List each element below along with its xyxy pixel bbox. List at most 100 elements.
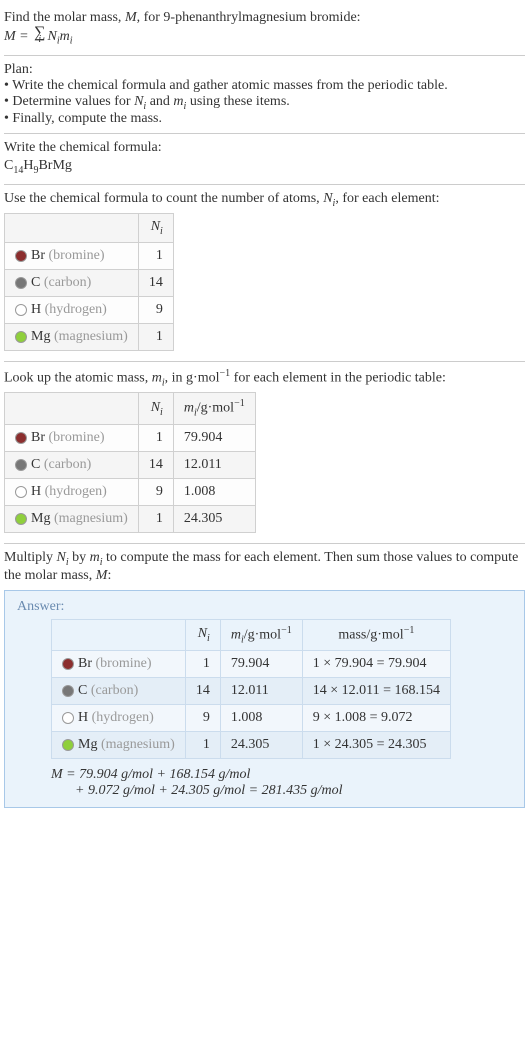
plan-b2-post: using these items. <box>186 94 289 109</box>
chem-section: Write the chemical formula: C14H9BrMg <box>4 134 525 185</box>
table-row: C (carbon)14 <box>5 269 174 296</box>
hdr-Ni: i <box>160 406 163 417</box>
m-cell: 24.305 <box>220 731 302 758</box>
element-name: (bromine) <box>96 656 152 671</box>
eq-m: m <box>60 29 70 44</box>
header-mass: mass/g·mol−1 <box>302 619 450 650</box>
eq-N: N <box>48 29 57 44</box>
eq-lhs: M = <box>4 29 32 44</box>
element-name: (hydrogen) <box>45 302 107 317</box>
element-cell: C (carbon) <box>5 451 139 478</box>
element-name: (hydrogen) <box>45 484 107 499</box>
element-name: (bromine) <box>49 248 105 263</box>
m-cell: 12.011 <box>173 451 255 478</box>
ans-hdr-Ni: i <box>207 633 210 644</box>
element-name: (magnesium) <box>54 511 128 526</box>
header-N-sub: i <box>160 226 163 237</box>
element-cell: Br (bromine) <box>5 242 139 269</box>
element-swatch-icon <box>15 432 27 444</box>
mul-N: N <box>57 550 66 565</box>
plan-b2-and: and <box>146 94 173 109</box>
table-row: C (carbon)1412.01114 × 12.011 = 168.154 <box>52 677 451 704</box>
eq-mi: i <box>70 36 73 47</box>
mass-cell: 1 × 79.904 = 79.904 <box>302 650 450 677</box>
intro-equation: M = ∑ i Nimi <box>4 28 525 47</box>
header-empty <box>52 619 186 650</box>
element-cell: Br (bromine) <box>5 424 139 451</box>
element-cell: Mg (magnesium) <box>5 505 139 532</box>
table-row: H (hydrogen)9 <box>5 296 174 323</box>
element-cell: C (carbon) <box>5 269 139 296</box>
table-row: Br (bromine)179.904 <box>5 424 256 451</box>
n-cell: 1 <box>138 424 173 451</box>
count-table: Ni Br (bromine)1C (carbon)14H (hydrogen)… <box>4 213 174 351</box>
element-name: (bromine) <box>49 430 105 445</box>
n-cell: 14 <box>138 451 173 478</box>
lookup-table: Ni mi/g·mol−1 Br (bromine)179.904C (carb… <box>4 392 256 532</box>
count-title: Use the chemical formula to count the nu… <box>4 191 525 209</box>
count-title-pre: Use the chemical formula to count the nu… <box>4 191 323 206</box>
element-name: (carbon) <box>91 683 138 698</box>
plan-bullet-2: • Determine values for Ni and mi using t… <box>4 94 525 112</box>
table-row: Mg (magnesium)124.305 <box>5 505 256 532</box>
element-swatch-icon <box>15 486 27 498</box>
n-cell: 14 <box>185 677 220 704</box>
table-row: Mg (magnesium)124.3051 × 24.305 = 24.305 <box>52 731 451 758</box>
element-cell: C (carbon) <box>52 677 186 704</box>
final-line2: + 9.072 g/mol + 24.305 g/mol = 281.435 g… <box>51 783 343 798</box>
mul-by: by <box>69 550 90 565</box>
chem-brmg: BrMg <box>38 158 71 173</box>
count-section: Use the chemical formula to count the nu… <box>4 185 525 362</box>
element-swatch-icon <box>15 277 27 289</box>
m-cell: 1.008 <box>220 704 302 731</box>
mass-cell: 1 × 24.305 = 24.305 <box>302 731 450 758</box>
count-title-post: , for each element: <box>335 191 439 206</box>
element-swatch-icon <box>15 250 27 262</box>
element-swatch-icon <box>15 513 27 525</box>
m-cell: 79.904 <box>220 650 302 677</box>
count-title-N: N <box>323 191 332 206</box>
element-symbol: H <box>78 710 88 725</box>
plan-title: Plan: <box>4 62 525 78</box>
m-cell: 24.305 <box>173 505 255 532</box>
intro-M: M <box>125 10 137 25</box>
table-row: H (hydrogen)91.008 <box>5 478 256 505</box>
plan-bullet-3: • Finally, compute the mass. <box>4 111 525 127</box>
header-empty <box>5 393 139 424</box>
lookup-title-mid: , in g·mol <box>165 370 220 385</box>
element-symbol: Br <box>31 430 45 445</box>
ans-hdr-mass: mass/g·mol <box>338 628 403 643</box>
element-swatch-icon <box>62 658 74 670</box>
mul-M: M <box>96 568 108 583</box>
mul-pre: Multiply <box>4 550 57 565</box>
final-equation: M = 79.904 g/mol + 168.154 g/mol + 9.072… <box>51 767 512 799</box>
n-cell: 1 <box>138 242 173 269</box>
mass-cell: 14 × 12.011 = 168.154 <box>302 677 450 704</box>
ans-hdr-m: m <box>231 627 241 642</box>
intro-text: Find the molar mass, <box>4 10 125 25</box>
element-symbol: C <box>31 457 40 472</box>
table-header-row: Ni <box>5 214 174 243</box>
element-symbol: Mg <box>78 737 97 752</box>
n-cell: 1 <box>185 731 220 758</box>
header-N: Ni <box>138 393 173 424</box>
mul-colon: : <box>107 568 111 583</box>
answer-label: Answer: <box>17 599 512 615</box>
element-swatch-icon <box>62 685 74 697</box>
lookup-title-m: m <box>152 370 162 385</box>
table-row: Br (bromine)1 <box>5 242 174 269</box>
element-cell: Mg (magnesium) <box>5 323 139 350</box>
answer-box: Answer: Ni mi/g·mol−1 mass/g·mol−1 Br (b… <box>4 590 525 808</box>
element-cell: Br (bromine) <box>52 650 186 677</box>
plan-bullet-1: • Write the chemical formula and gather … <box>4 78 525 94</box>
element-swatch-icon <box>15 331 27 343</box>
chem-c: C <box>4 158 13 173</box>
lookup-title-post: for each element in the periodic table: <box>230 370 446 385</box>
mul-m: m <box>90 550 100 565</box>
element-symbol: Br <box>31 248 45 263</box>
header-m: mi/g·mol−1 <box>220 619 302 650</box>
multiply-text: Multiply Ni by mi to compute the mass fo… <box>4 550 525 584</box>
element-symbol: H <box>31 484 41 499</box>
intro-text2: , for 9-phenanthrylmagnesium bromide: <box>137 10 361 25</box>
element-symbol: C <box>78 683 87 698</box>
